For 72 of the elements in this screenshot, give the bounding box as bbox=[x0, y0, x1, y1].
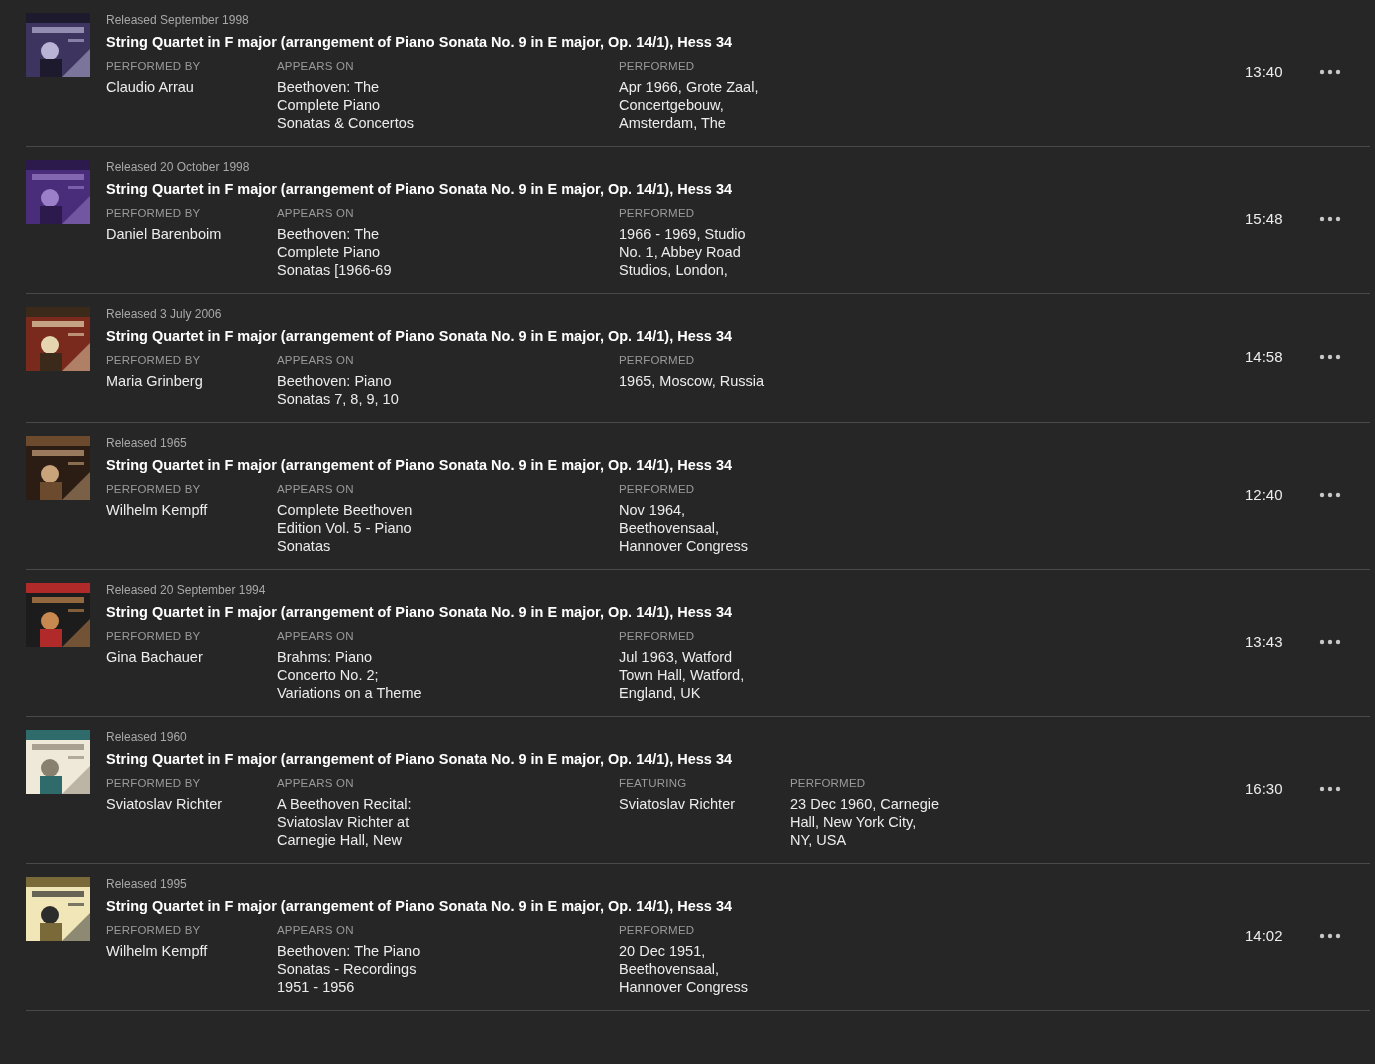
field-label: PERFORMED BY bbox=[106, 353, 202, 368]
dots-icon bbox=[1319, 354, 1341, 360]
field-value: Jul 1963, Watford Town Hall, Watford, England, UK bbox=[619, 648, 746, 702]
field-label: PERFORMED bbox=[619, 482, 696, 497]
track-duration: 13:43 bbox=[1245, 631, 1284, 652]
dots-icon bbox=[1319, 69, 1341, 75]
artist-link[interactable]: Maria Grinberg bbox=[106, 372, 256, 390]
artist-link[interactable]: Sviatoslav Richter bbox=[619, 795, 769, 813]
track-title[interactable]: String Quartet in F major (arrangement of Piano Sonata No. 9 in E major, Op. 14/1), Hess 34 bbox=[106, 32, 1245, 52]
field-label: APPEARS ON bbox=[277, 59, 355, 74]
track-duration: 16:30 bbox=[1245, 778, 1284, 799]
release-date: Released 1965 bbox=[106, 435, 188, 451]
dots-icon bbox=[1319, 933, 1341, 939]
track-title[interactable]: String Quartet in F major (arrangement of Piano Sonata No. 9 in E major, Op. 14/1), Hess 34 bbox=[106, 455, 1245, 475]
field-label: FEATURING bbox=[619, 776, 688, 791]
field-label: PERFORMED BY bbox=[106, 59, 202, 74]
field-label: PERFORMED BY bbox=[106, 206, 202, 221]
dots-icon bbox=[1319, 216, 1341, 222]
field-value[interactable]: Beethoven: Piano Sonatas 7, 8, 9, 10 bbox=[277, 372, 427, 408]
field-value: Nov 1964, Beethovensaal, Hannover Congress bbox=[619, 501, 749, 555]
field-label: PERFORMED BY bbox=[106, 629, 202, 644]
artist-link[interactable]: Wilhelm Kempff bbox=[106, 942, 256, 960]
field-value[interactable]: Beethoven: The Complete Piano Sonatas & Concertos bbox=[277, 78, 427, 132]
track-duration: 14:02 bbox=[1245, 925, 1284, 946]
artist-link[interactable]: Daniel Barenboim bbox=[106, 225, 256, 243]
release-date: Released 1960 bbox=[106, 729, 188, 745]
field-label: APPEARS ON bbox=[277, 482, 355, 497]
artist-link[interactable]: Sviatoslav Richter bbox=[106, 795, 256, 813]
release-date: Released September 1998 bbox=[106, 12, 250, 28]
field-value[interactable]: Brahms: Piano Concerto No. 2; Variations on a Theme bbox=[277, 648, 427, 702]
release-date: Released 20 October 1998 bbox=[106, 159, 251, 175]
field-value: Apr 1966, Grote Zaal, Concertgebouw, Amsterdam, The bbox=[619, 78, 760, 132]
artist-link[interactable]: Wilhelm Kempff bbox=[106, 501, 256, 519]
field-label: PERFORMED bbox=[619, 206, 696, 221]
release-date: Released 20 September 1994 bbox=[106, 582, 267, 598]
field-value: 23 Dec 1960, Carnegie Hall, New York City, NY, USA bbox=[790, 795, 940, 849]
field-label: PERFORMED bbox=[619, 923, 696, 938]
field-label: APPEARS ON bbox=[277, 353, 355, 368]
field-label: APPEARS ON bbox=[277, 776, 355, 791]
field-value[interactable]: A Beethoven Recital: Sviatoslav Richter at Carnegie Hall, New bbox=[277, 795, 427, 849]
field-label: APPEARS ON bbox=[277, 923, 355, 938]
track-duration: 13:40 bbox=[1245, 61, 1284, 82]
artist-link[interactable]: Claudio Arrau bbox=[106, 78, 256, 96]
release-date: Released 3 July 2006 bbox=[106, 306, 223, 322]
track-title[interactable]: String Quartet in F major (arrangement of Piano Sonata No. 9 in E major, Op. 14/1), Hess 34 bbox=[106, 602, 1245, 622]
track-title[interactable]: String Quartet in F major (arrangement of Piano Sonata No. 9 in E major, Op. 14/1), Hess 34 bbox=[106, 326, 1245, 346]
field-label: PERFORMED bbox=[790, 776, 867, 791]
track-title[interactable]: String Quartet in F major (arrangement of Piano Sonata No. 9 in E major, Op. 14/1), Hess 34 bbox=[106, 179, 1245, 199]
field-label: APPEARS ON bbox=[277, 629, 355, 644]
track-duration: 12:40 bbox=[1245, 484, 1284, 505]
track-duration: 15:48 bbox=[1245, 208, 1284, 229]
field-label: PERFORMED bbox=[619, 629, 696, 644]
field-label: PERFORMED BY bbox=[106, 776, 202, 791]
track-duration: 14:58 bbox=[1245, 346, 1284, 367]
field-label: PERFORMED bbox=[619, 59, 696, 74]
track-title[interactable]: String Quartet in F major (arrangement of Piano Sonata No. 9 in E major, Op. 14/1), Hess 34 bbox=[106, 896, 1245, 916]
field-value: 20 Dec 1951, Beethovensaal, Hannover Congress bbox=[619, 942, 749, 996]
field-value: 1966 - 1969, Studio No. 1, Abbey Road Studios, London, bbox=[619, 225, 747, 279]
field-label: PERFORMED bbox=[619, 353, 696, 368]
field-value[interactable]: Complete Beethoven Edition Vol. 5 - Piano Sonatas bbox=[277, 501, 427, 555]
artist-link[interactable]: Gina Bachauer bbox=[106, 648, 256, 666]
dots-icon bbox=[1319, 786, 1341, 792]
field-value: 1965, Moscow, Russia bbox=[619, 372, 766, 390]
field-label: APPEARS ON bbox=[277, 206, 355, 221]
field-label: PERFORMED BY bbox=[106, 482, 202, 497]
field-value[interactable]: Beethoven: The Complete Piano Sonatas [1966-69 bbox=[277, 225, 427, 279]
field-value[interactable]: Beethoven: The Piano Sonatas - Recordings 1951 - 1956 bbox=[277, 942, 427, 996]
field-label: PERFORMED BY bbox=[106, 923, 202, 938]
dots-icon bbox=[1319, 492, 1341, 498]
dots-icon bbox=[1319, 639, 1341, 645]
track-title[interactable]: String Quartet in F major (arrangement of Piano Sonata No. 9 in E major, Op. 14/1), Hess 34 bbox=[106, 749, 1245, 769]
release-date: Released 1995 bbox=[106, 876, 188, 892]
